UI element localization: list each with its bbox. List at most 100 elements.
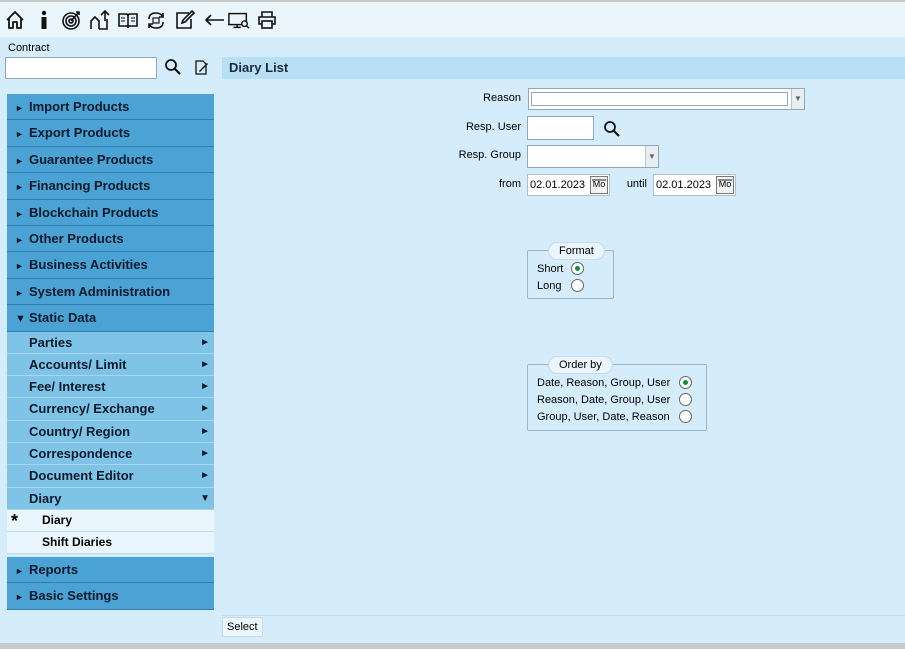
reason-combobox[interactable]: ▼: [528, 88, 805, 110]
nav-label: Blockchain Products: [29, 204, 159, 220]
nav-label: Basic Settings: [29, 588, 119, 604]
nav-blockchain-products[interactable]: ► Blockchain Products: [7, 199, 214, 226]
until-label: until: [626, 178, 647, 190]
toolbar: [0, 0, 905, 37]
format-long-radio[interactable]: [571, 279, 584, 292]
format-short-radio[interactable]: [571, 262, 584, 275]
nav-sub-label: Accounts/ Limit: [29, 356, 127, 372]
submenu-arrow-icon: ►: [200, 358, 210, 370]
submenu-arrow-icon: ►: [200, 381, 210, 393]
dropdown-arrow-icon[interactable]: ▼: [791, 89, 804, 109]
nav-import-products[interactable]: ► Import Products: [7, 94, 214, 121]
print-icon[interactable]: [256, 9, 278, 31]
expand-arrow-icon: ►: [15, 592, 24, 603]
expand-arrow-icon: ►: [15, 208, 24, 219]
until-date-value: 02.01.2023: [656, 179, 712, 191]
nav-sub-country-region[interactable]: Country/ Region ►: [7, 420, 214, 443]
expand-arrow-icon: ►: [15, 565, 24, 576]
nav-label: Other Products: [29, 230, 124, 246]
collapse-arrow-icon: ▼: [15, 313, 26, 326]
target-icon[interactable]: [60, 9, 82, 31]
nav-sub-label: Fee/ Interest: [29, 379, 106, 395]
nav-financing-products[interactable]: ► Financing Products: [7, 173, 214, 200]
submenu-arrow-icon: ►: [200, 425, 210, 437]
nav-sub-label: Currency/ Exchange: [29, 401, 155, 417]
submenu-collapse-icon: ▼: [200, 492, 210, 504]
contract-label: Contract: [8, 42, 50, 54]
nav-label: Export Products: [29, 125, 131, 141]
nav-other-products[interactable]: ► Other Products: [7, 225, 214, 253]
format-option-long: Long: [537, 280, 562, 292]
sign-out-icon[interactable]: [88, 9, 110, 31]
left-panel: Contract ► Import Products ► Export Produc…: [0, 37, 220, 643]
nav-sub-document-editor[interactable]: Document Editor ►: [7, 465, 214, 488]
search-icon[interactable]: [164, 58, 182, 76]
nav-sub-accounts-limit[interactable]: Accounts/ Limit ►: [7, 353, 214, 377]
nav-leaf-label: Shift Diaries: [42, 534, 113, 549]
navigation-menu: ► Import Products ► Export Products ► Guara…: [7, 94, 214, 610]
dropdown-arrow-icon[interactable]: ▼: [645, 146, 658, 167]
page-title: Diary List: [229, 60, 289, 75]
nav-reports[interactable]: ► Reports: [7, 556, 214, 584]
expand-arrow-icon: ►: [15, 287, 24, 298]
nav-system-administration[interactable]: ► System Administration: [7, 278, 214, 306]
calendar-icon[interactable]: Mo: [716, 176, 734, 194]
format-option-short: Short: [537, 263, 564, 275]
document-clear-icon[interactable]: [193, 59, 210, 76]
nav-leaf-diary[interactable]: * Diary: [7, 509, 214, 532]
search-icon[interactable]: [603, 120, 621, 138]
nav-label: Reports: [29, 561, 79, 577]
resp-user-label: Resp. User: [465, 121, 521, 133]
nav-leaf-label: Diary: [42, 512, 73, 527]
select-button[interactable]: Select: [222, 617, 263, 637]
nav-label: Guarantee Products: [29, 151, 154, 167]
active-marker-icon: *: [11, 510, 19, 531]
nav-sub-label: Correspondence: [29, 446, 133, 461]
submenu-arrow-icon: ►: [200, 336, 210, 348]
nav-label: Financing Products: [29, 178, 151, 194]
home-icon[interactable]: [4, 9, 26, 31]
nav-sub-label: Parties: [29, 334, 73, 350]
nav-label: Import Products: [29, 99, 130, 114]
nav-business-activities[interactable]: ► Business Activities: [7, 252, 214, 279]
submenu-arrow-icon: ►: [200, 470, 210, 482]
info-icon[interactable]: [33, 9, 55, 31]
order-reason-radio[interactable]: [679, 393, 692, 406]
refresh-cycle-icon[interactable]: [145, 9, 167, 31]
from-date-value: 02.01.2023: [530, 179, 586, 191]
order-option-reason: Reason, Date, Group, User: [537, 394, 671, 406]
nav-label: Static Data: [29, 310, 97, 326]
order-option-group: Group, User, Date, Reason: [537, 411, 670, 423]
nav-static-data[interactable]: ▼ Static Data: [7, 305, 214, 332]
expand-arrow-icon: ►: [15, 261, 24, 272]
format-legend: Format: [548, 242, 605, 260]
nav-sub-currency-exchange[interactable]: Currency/ Exchange ►: [7, 398, 214, 421]
expand-arrow-icon: ►: [15, 103, 24, 113]
resp-user-input[interactable]: [527, 116, 594, 140]
nav-export-products[interactable]: ► Export Products: [7, 120, 214, 147]
nav-label: Business Activities: [29, 257, 148, 273]
resp-group-label: Resp. Group: [458, 149, 521, 161]
back-arrow-icon[interactable]: [203, 9, 225, 31]
resp-group-combobox[interactable]: ▼: [527, 145, 659, 168]
expand-arrow-icon: ►: [15, 155, 24, 166]
footer-divider: [222, 615, 905, 616]
expand-arrow-icon: ►: [15, 234, 24, 245]
nav-sub-correspondence[interactable]: Correspondence ►: [7, 443, 214, 466]
nav-guarantee-products[interactable]: ► Guarantee Products: [7, 146, 214, 174]
nav-sub-parties[interactable]: Parties ►: [7, 331, 214, 354]
nav-sub-diary[interactable]: Diary ▼: [7, 487, 214, 510]
calendar-icon[interactable]: Mo: [590, 176, 608, 194]
nav-sub-fee-interest[interactable]: Fee/ Interest ►: [7, 376, 214, 399]
nav-label: System Administration: [29, 283, 171, 299]
horizontal-scrollbar[interactable]: [0, 643, 905, 649]
book-icon[interactable]: [117, 9, 139, 31]
expand-arrow-icon: ►: [15, 182, 24, 193]
order-group-radio[interactable]: [679, 410, 692, 423]
nav-leaf-shift-diaries[interactable]: Shift Diaries: [7, 531, 214, 554]
nav-basic-settings[interactable]: ► Basic Settings: [7, 583, 214, 610]
contract-input[interactable]: [5, 57, 157, 79]
edit-icon[interactable]: [174, 9, 196, 31]
order-date-radio[interactable]: [679, 376, 692, 389]
screen-search-icon[interactable]: [228, 9, 252, 31]
